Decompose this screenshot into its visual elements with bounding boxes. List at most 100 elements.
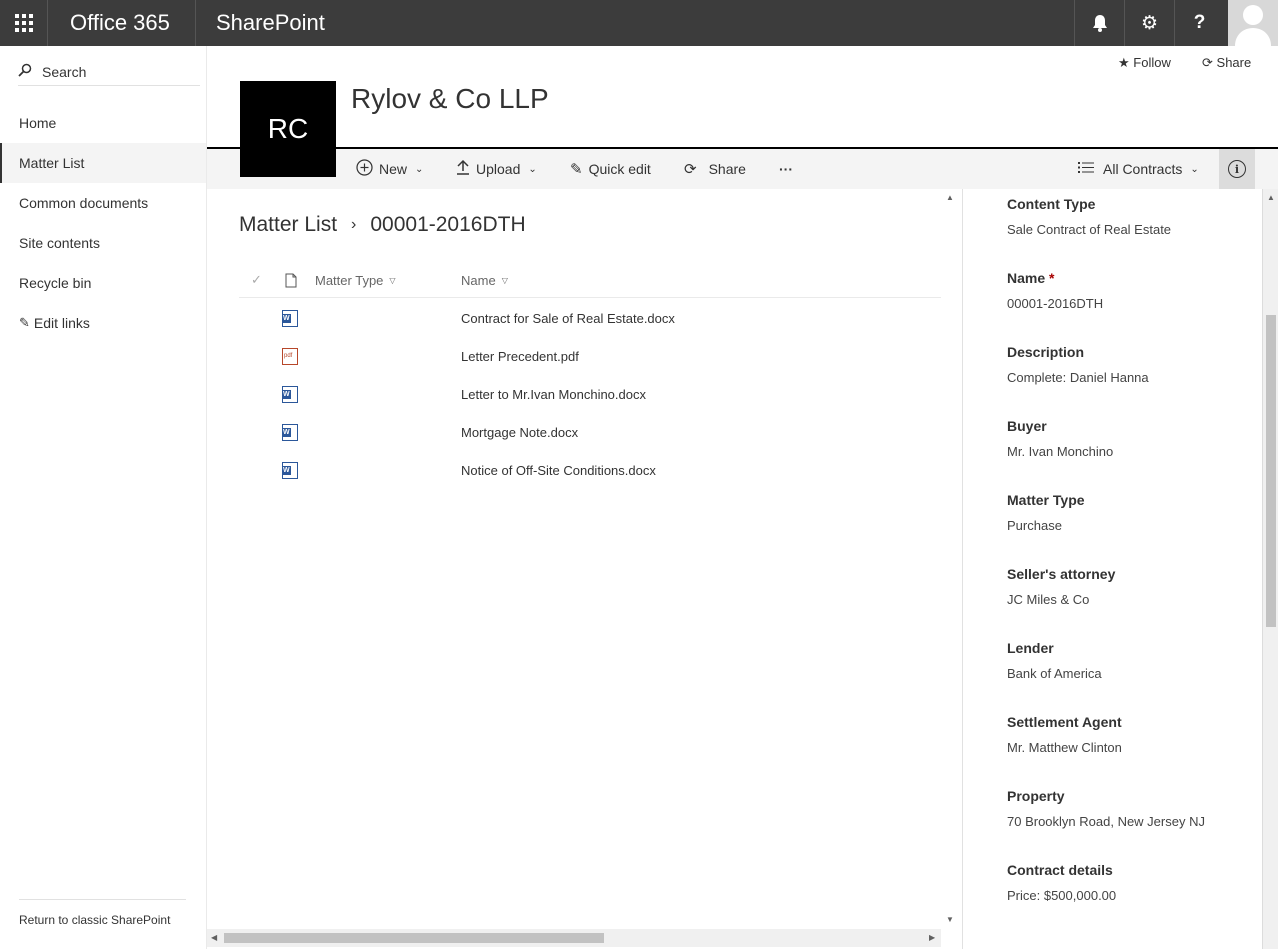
scroll-up-arrow-icon[interactable]: ▲ <box>1267 193 1275 202</box>
scrollbar-thumb[interactable] <box>224 933 604 943</box>
pdf-file-icon <box>282 348 298 365</box>
field-buyer[interactable]: Buyer Mr. Ivan Monchino <box>1007 418 1113 459</box>
field-value[interactable]: Mr. Matthew Clinton <box>1007 740 1122 755</box>
search-icon <box>18 63 34 80</box>
star-icon: ★ <box>1118 55 1130 70</box>
scroll-left-arrow-icon[interactable]: ◀ <box>211 933 217 942</box>
upload-button[interactable]: Upload ⌄ <box>456 149 537 189</box>
chevron-down-icon: ⌄ <box>528 163 537 175</box>
nav-item-label: Home <box>19 115 57 131</box>
field-value[interactable]: Complete: Daniel Hanna <box>1007 370 1149 385</box>
table-row[interactable]: Letter to Mr.Ivan Monchino.docx <box>239 375 941 413</box>
file-type-column-header[interactable] <box>285 262 297 298</box>
nav-item-common-documents[interactable]: Common documents <box>0 183 206 223</box>
share-label: Share <box>1216 55 1252 70</box>
nav-item-matter-list[interactable]: Matter List <box>0 143 206 183</box>
info-icon: i <box>1228 160 1246 178</box>
word-file-icon <box>282 386 298 403</box>
field-label: Lender <box>1007 640 1054 656</box>
field-property[interactable]: Property 70 Brooklyn Road, New Jersey NJ <box>1007 788 1205 829</box>
office365-brand[interactable]: Office 365 <box>70 10 170 36</box>
field-matter-type[interactable]: Matter Type Purchase <box>1007 492 1085 533</box>
view-switcher[interactable]: All Contracts ⌄ <box>1078 149 1199 189</box>
chevron-right-icon: › <box>351 216 357 233</box>
help-button[interactable]: ? <box>1174 0 1224 46</box>
app-launcher-button[interactable] <box>0 0 48 46</box>
avatar[interactable] <box>1228 0 1278 46</box>
field-description[interactable]: Description Complete: Daniel Hanna <box>1007 344 1149 385</box>
file-name-link[interactable]: Notice of Off-Site Conditions.docx <box>461 451 656 489</box>
share-icon: ⟳ <box>684 161 697 178</box>
breadcrumb: Matter List › 00001-2016DTH <box>239 213 526 237</box>
follow-button[interactable]: ★ Follow <box>1118 55 1171 71</box>
field-value[interactable]: Bank of America <box>1007 666 1102 681</box>
field-value[interactable]: 00001-2016DTH <box>1007 296 1103 311</box>
pencil-icon: ✎ <box>570 161 583 178</box>
file-name-link[interactable]: Letter to Mr.Ivan Monchino.docx <box>461 375 646 413</box>
field-value[interactable]: JC Miles & Co <box>1007 592 1115 607</box>
table-row[interactable]: Letter Precedent.pdf <box>239 337 941 375</box>
field-name[interactable]: Name * 00001-2016DTH <box>1007 270 1103 311</box>
field-label-text: Name <box>1007 270 1046 286</box>
scrollbar-thumb[interactable] <box>1266 315 1276 627</box>
nav-item-home[interactable]: Home <box>0 103 206 143</box>
sharepoint-app-name[interactable]: SharePoint <box>216 10 325 36</box>
field-sellers-attorney[interactable]: Seller's attorney JC Miles & Co <box>1007 566 1115 607</box>
scroll-down-arrow-icon[interactable]: ▼ <box>946 915 954 924</box>
field-label: Contract details <box>1007 862 1113 878</box>
site-logo[interactable]: RC <box>240 81 336 177</box>
table-row[interactable]: Notice of Off-Site Conditions.docx <box>239 451 941 489</box>
file-name-link[interactable]: Contract for Sale of Real Estate.docx <box>461 299 675 337</box>
nav-item-label: Recycle bin <box>19 275 92 291</box>
field-value[interactable]: Price: $500,000.00 <box>1007 888 1116 903</box>
word-file-icon <box>282 462 298 479</box>
scroll-right-arrow-icon[interactable]: ▶ <box>929 933 935 942</box>
edit-links-button[interactable]: ✎ Edit links <box>0 303 206 343</box>
file-name-link[interactable]: Mortgage Note.docx <box>461 413 578 451</box>
matter-type-column-header[interactable]: Matter Type ▽ <box>315 262 396 298</box>
field-value[interactable]: Purchase <box>1007 518 1085 533</box>
person-icon <box>1235 5 1271 46</box>
search-label: Search <box>42 63 87 80</box>
main-vertical-scrollbar[interactable]: ▲ ▼ <box>941 189 958 931</box>
return-to-classic-link[interactable]: Return to classic SharePoint <box>19 913 170 927</box>
file-name-link[interactable]: Letter Precedent.pdf <box>461 337 579 375</box>
nav-item-site-contents[interactable]: Site contents <box>0 223 206 263</box>
follow-label: Follow <box>1133 55 1171 70</box>
field-settlement-agent[interactable]: Settlement Agent Mr. Matthew Clinton <box>1007 714 1122 755</box>
nav-item-recycle-bin[interactable]: Recycle bin <box>0 263 206 303</box>
bell-icon <box>1092 15 1107 32</box>
name-column-header[interactable]: Name ▽ <box>461 262 508 298</box>
column-label: Name <box>461 272 496 288</box>
quick-edit-button[interactable]: ✎ Quick edit <box>570 149 651 189</box>
list-header: ✓ Matter Type ▽ Name ▽ <box>239 262 941 298</box>
site-title[interactable]: Rylov & Co LLP <box>351 83 549 115</box>
info-pane-button[interactable]: i <box>1219 149 1255 189</box>
chevron-down-icon: ⌄ <box>415 163 424 175</box>
breadcrumb-root[interactable]: Matter List <box>239 213 337 237</box>
main-horizontal-scrollbar[interactable]: ◀ ▶ <box>207 929 941 947</box>
select-all-checkbox[interactable]: ✓ <box>251 262 262 298</box>
field-label: Content Type <box>1007 196 1096 212</box>
table-row[interactable]: Mortgage Note.docx <box>239 413 941 451</box>
word-file-icon <box>282 424 298 441</box>
share-site-button[interactable]: ⟳ Share <box>1202 55 1251 71</box>
scroll-up-arrow-icon[interactable]: ▲ <box>946 193 954 202</box>
field-lender[interactable]: Lender Bank of America <box>1007 640 1102 681</box>
share-button[interactable]: ⟳ Share <box>684 149 746 189</box>
field-value[interactable]: 70 Brooklyn Road, New Jersey NJ <box>1007 814 1205 829</box>
table-row[interactable]: Contract for Sale of Real Estate.docx <box>239 299 941 337</box>
help-icon: ? <box>1193 12 1206 33</box>
waffle-icon <box>14 14 33 32</box>
panel-vertical-scrollbar[interactable]: ▲ <box>1262 189 1278 949</box>
new-button[interactable]: New ⌄ <box>356 149 423 189</box>
more-button[interactable]: ··· <box>779 149 793 189</box>
notifications-button[interactable] <box>1074 0 1124 46</box>
field-label: Settlement Agent <box>1007 714 1122 730</box>
field-contract-details[interactable]: Contract details Price: $500,000.00 <box>1007 862 1116 903</box>
settings-button[interactable]: ⚙ <box>1124 0 1174 46</box>
field-value[interactable]: Mr. Ivan Monchino <box>1007 444 1113 459</box>
search-box[interactable]: Search <box>18 58 200 86</box>
field-value[interactable]: Sale Contract of Real Estate <box>1007 222 1171 237</box>
field-content-type[interactable]: Content Type Sale Contract of Real Estat… <box>1007 196 1171 237</box>
